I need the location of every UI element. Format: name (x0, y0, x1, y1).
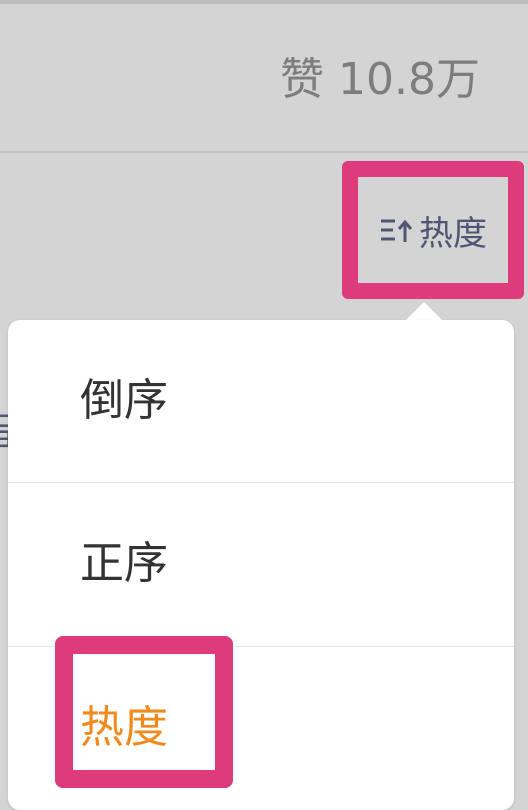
sort-option-label: 倒序 (80, 375, 168, 426)
likes-row: 赞 10.8万 (0, 4, 528, 151)
sort-toggle-content[interactable]: 热度 (358, 177, 508, 283)
sort-option-label: 热度 (80, 702, 168, 753)
sort-option-ascending[interactable]: 正序 (8, 483, 514, 645)
sort-toggle-label: 热度 (419, 213, 487, 254)
likes-count: 赞 10.8万 (280, 54, 480, 105)
row-divider (0, 151, 528, 153)
popup-caret (404, 302, 444, 322)
sort-option-descending[interactable]: 倒序 (8, 320, 514, 482)
sort-toggle-button[interactable]: 热度 (342, 161, 524, 299)
sort-option-popularity[interactable]: 热度 (8, 647, 514, 809)
sort-option-label: 正序 (80, 538, 168, 589)
sort-menu-popup: 倒序 正序 热度 (8, 320, 514, 810)
sort-ascending-icon (381, 219, 413, 242)
